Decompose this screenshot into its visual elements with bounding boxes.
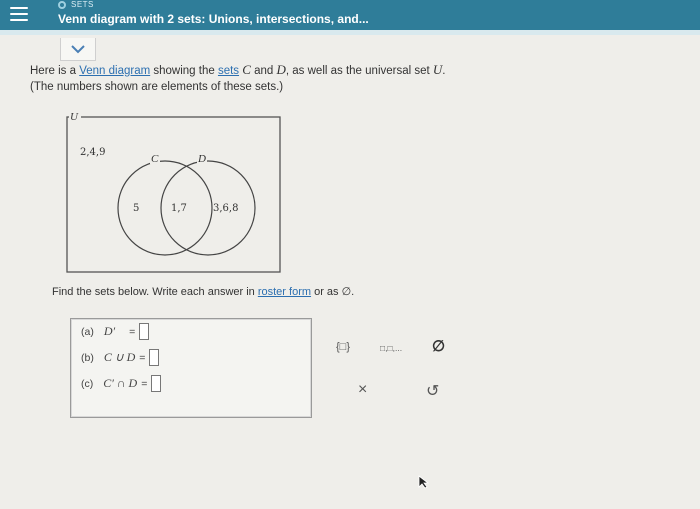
- braces-icon: {□}: [336, 341, 350, 353]
- empty-set-icon: ∅: [432, 338, 446, 355]
- sets-link[interactable]: sets: [218, 65, 239, 77]
- close-icon: ×: [358, 381, 368, 398]
- top-bar: SETS Venn diagram with 2 sets: Unions, i…: [0, 0, 700, 30]
- answer-panel: (a) D′ = (b) C ∪ D = (c) C′ ∩ D =: [70, 318, 312, 418]
- instruction-text: Find the sets below. Write each answer i…: [52, 286, 258, 298]
- question-expression: D′: [103, 324, 116, 338]
- question-tag: (c): [81, 377, 94, 390]
- answer-input-a[interactable]: [139, 323, 150, 340]
- answer-input-c[interactable]: [151, 375, 162, 392]
- math-tool-palette: {□} □,□,... ∅ × ↺: [330, 325, 470, 415]
- topic-row: SETS: [58, 0, 94, 9]
- intersection-elements: 1,7: [171, 203, 187, 214]
- topic-progress-icon: [58, 0, 66, 9]
- venn-diagram-link[interactable]: Venn diagram: [79, 65, 150, 77]
- roster-form-link[interactable]: roster form: [258, 286, 311, 298]
- outside-elements: 2,4,9: [80, 147, 105, 158]
- equals-sign: =: [139, 351, 146, 364]
- question-expression: C ∪ D: [103, 350, 136, 364]
- prompt-line-2: (The numbers shown are elements of these…: [30, 81, 284, 93]
- clear-button[interactable]: ×: [358, 381, 367, 399]
- prompt-text: and: [250, 65, 277, 77]
- cursor-icon: [418, 475, 430, 489]
- question-tag: (a): [81, 325, 94, 338]
- question-expression: C′ ∩ D: [103, 376, 138, 390]
- c-only-elements: 5: [133, 203, 139, 214]
- undo-icon: ↺: [426, 383, 440, 400]
- prompt-text: .: [442, 65, 446, 77]
- prompt-text: Here is a: [30, 65, 80, 77]
- undo-button[interactable]: ↺: [426, 381, 439, 401]
- var-c: C: [242, 62, 251, 77]
- d-only-elements: 3,6,8: [213, 203, 238, 214]
- prompt-text: showing the: [150, 65, 218, 77]
- set-c-label: C: [151, 153, 159, 165]
- empty-set-button[interactable]: ∅: [432, 337, 445, 355]
- chevron-down-icon: [71, 44, 85, 53]
- universal-set-box: [66, 116, 281, 273]
- prompt-text: , as well as the universal set: [285, 65, 433, 77]
- list-icon: □,□,...: [380, 343, 403, 353]
- universal-label: U: [70, 113, 79, 123]
- topic-label: SETS: [71, 0, 94, 9]
- collapse-toggle[interactable]: [60, 38, 96, 61]
- answer-input-b[interactable]: [149, 349, 160, 366]
- question-c: (c) C′ ∩ D =: [81, 375, 162, 392]
- var-d: D: [276, 62, 286, 77]
- question-b: (b) C ∪ D =: [81, 349, 160, 366]
- instruction: Find the sets below. Write each answer i…: [52, 285, 354, 298]
- venn-diagram: U C D 2,4,9 5 1,7 3,6,8: [66, 113, 281, 273]
- equals-sign: =: [129, 325, 136, 338]
- question-a: (a) D′ =: [81, 323, 150, 340]
- var-u: U: [432, 62, 443, 77]
- instruction-text: or as ∅.: [311, 286, 355, 298]
- page-title: Venn diagram with 2 sets: Unions, inters…: [58, 12, 369, 26]
- question-tag: (b): [81, 351, 94, 364]
- menu-icon[interactable]: [10, 7, 28, 21]
- braces-button[interactable]: {□}: [336, 341, 350, 353]
- set-d-label: D: [197, 153, 206, 165]
- list-button[interactable]: □,□,...: [380, 343, 402, 353]
- header-divider: [0, 30, 700, 35]
- question-prompt: Here is a Venn diagram showing the sets …: [30, 62, 446, 95]
- equals-sign: =: [141, 377, 148, 390]
